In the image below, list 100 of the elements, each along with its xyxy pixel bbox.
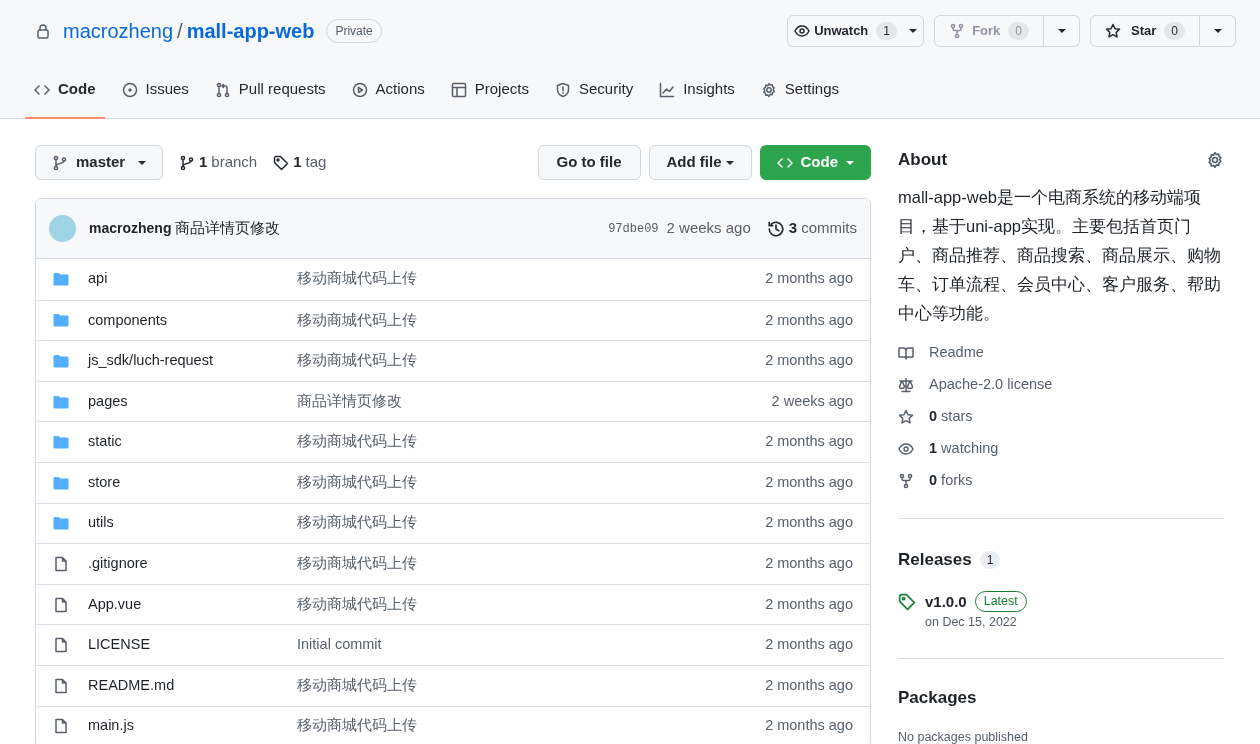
commit-time: 2 weeks ago xyxy=(666,218,751,239)
file-commit-time: 2 months ago xyxy=(765,513,853,533)
repo-tab[interactable]: Pull requests xyxy=(205,62,335,119)
graph-icon xyxy=(659,81,676,98)
file-name-link[interactable]: store xyxy=(88,471,297,494)
owner-link[interactable]: macrozheng xyxy=(63,16,174,46)
file-commit-message[interactable]: 移动商城代码上传 xyxy=(297,512,417,535)
repo-tab[interactable]: Settings xyxy=(751,62,849,119)
repo-tab[interactable]: Security xyxy=(545,62,643,119)
file-commit-time: 2 months ago xyxy=(765,716,853,736)
file-commit-message[interactable]: 移动商城代码上传 xyxy=(297,309,417,332)
about-link[interactable]: 1 watching xyxy=(898,438,1224,460)
file-commit-time: 2 months ago xyxy=(765,351,853,371)
file-commit-message[interactable]: Initial commit xyxy=(297,634,382,656)
tag-icon xyxy=(273,154,290,171)
go-to-file-button[interactable]: Go to file xyxy=(537,145,641,180)
packages-heading[interactable]: Packages xyxy=(898,684,1224,711)
gear-icon xyxy=(760,81,777,98)
caret-icon xyxy=(846,160,854,165)
fork-icon xyxy=(949,23,965,39)
file-name-link[interactable]: components xyxy=(88,309,297,332)
gear-icon xyxy=(1206,151,1224,169)
file-commit-message[interactable]: 移动商城代码上传 xyxy=(297,268,417,291)
file-commit-message[interactable]: 移动商城代码上传 xyxy=(297,431,417,454)
file-commit-time: 2 months ago xyxy=(765,554,853,574)
table-icon xyxy=(450,81,467,98)
eye-icon xyxy=(794,23,811,39)
file-commit-message[interactable]: 移动商城代码上传 xyxy=(297,553,417,575)
file-name-link[interactable]: api xyxy=(88,268,297,291)
circle-dot-icon xyxy=(121,81,138,98)
repo-tab[interactable]: Issues xyxy=(112,62,198,119)
fork-menu-button[interactable] xyxy=(1044,15,1080,47)
commit-author[interactable]: macrozheng xyxy=(89,218,172,239)
lock-icon xyxy=(35,23,51,39)
file-commit-message[interactable]: 移动商城代码上传 xyxy=(297,674,417,697)
star-menu-button[interactable] xyxy=(1200,15,1236,47)
caret-icon xyxy=(909,29,917,33)
repo-tab[interactable]: Projects xyxy=(441,62,538,119)
branch-select[interactable]: master xyxy=(35,145,163,180)
file-commit-message[interactable]: 移动商城代码上传 xyxy=(297,593,417,616)
branches-link[interactable]: 1 branch xyxy=(179,151,258,174)
file-commit-message[interactable]: 商品详情页修改 xyxy=(297,390,402,413)
caret-icon xyxy=(138,160,146,165)
file-name-link[interactable]: utils xyxy=(88,512,297,535)
file-icon xyxy=(53,555,69,572)
repo-tab[interactable]: Code xyxy=(25,62,105,119)
file-name-link[interactable]: static xyxy=(88,431,297,454)
repo-tab[interactable]: Insights xyxy=(650,62,744,119)
tags-link[interactable]: 1 tag xyxy=(273,151,327,174)
folder-icon xyxy=(53,312,69,329)
file-commit-time: 2 months ago xyxy=(765,594,853,614)
about-link[interactable]: Readme xyxy=(898,342,1224,364)
file-icon xyxy=(53,718,69,735)
fork-count: 0 xyxy=(1008,22,1029,40)
folder-icon xyxy=(53,434,69,451)
folder-icon xyxy=(53,353,69,369)
star-button[interactable]: Star 0 xyxy=(1090,15,1200,47)
file-name-link[interactable]: pages xyxy=(88,390,297,413)
file-name-link[interactable]: js_sdk/luch-request xyxy=(88,350,297,372)
file-name-link[interactable]: main.js xyxy=(88,715,297,738)
file-name-link[interactable]: App.vue xyxy=(88,593,297,616)
settings-button[interactable] xyxy=(1206,151,1224,169)
file-commit-time: 2 months ago xyxy=(765,635,853,655)
unwatch-button[interactable]: Unwatch 1 xyxy=(787,15,924,47)
file-name-link[interactable]: LICENSE xyxy=(88,634,297,656)
about-link[interactable]: 0 forks xyxy=(898,470,1224,492)
branch-icon xyxy=(179,154,195,171)
commit-sha[interactable]: 97dbe09 xyxy=(608,219,659,238)
fork-icon xyxy=(898,473,914,489)
book-icon xyxy=(898,345,914,361)
commit-message[interactable]: 商品详情页修改 xyxy=(175,217,281,240)
file-icon xyxy=(53,596,69,613)
repo-tab[interactable]: Actions xyxy=(342,62,434,119)
releases-heading[interactable]: Releases xyxy=(898,547,972,573)
eye-icon xyxy=(898,441,914,457)
about-link[interactable]: 0 stars xyxy=(898,406,1224,428)
folder-icon xyxy=(53,474,69,491)
avatar xyxy=(49,215,76,242)
file-name-link[interactable]: README.md xyxy=(88,674,297,697)
caret-icon xyxy=(725,160,734,165)
commits-link[interactable]: 3 commits xyxy=(766,217,857,240)
caret-icon xyxy=(1213,29,1222,33)
file-commit-message[interactable]: 移动商城代码上传 xyxy=(297,471,417,494)
file-name-link[interactable]: .gitignore xyxy=(88,553,297,575)
branch-icon xyxy=(52,154,68,171)
folder-icon xyxy=(53,393,69,410)
releases-count: 1 xyxy=(979,550,1001,569)
pull-request-icon xyxy=(214,81,231,98)
file-commit-message[interactable]: 移动商城代码上传 xyxy=(297,715,417,738)
folder-icon xyxy=(53,515,69,532)
file-commit-message[interactable]: 移动商城代码上传 xyxy=(297,350,417,372)
play-icon xyxy=(351,81,368,98)
add-file-button[interactable]: Add file xyxy=(648,145,752,180)
file-icon xyxy=(53,637,69,654)
folder-icon xyxy=(53,271,69,288)
about-link[interactable]: Apache-2.0 license xyxy=(898,374,1224,396)
star-icon xyxy=(1105,23,1121,39)
release-tag-link[interactable]: v1.0.0 xyxy=(925,590,967,613)
star-icon xyxy=(898,409,914,425)
repo-name-link[interactable]: mall-app-web xyxy=(186,16,315,46)
